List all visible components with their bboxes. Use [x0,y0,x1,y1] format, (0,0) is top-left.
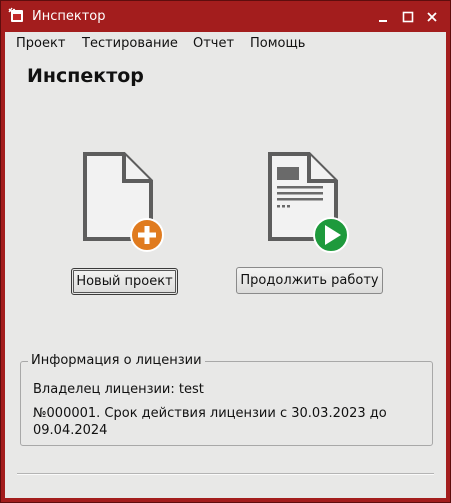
menu-project[interactable]: Проект [16,36,65,51]
bottom-divider [17,473,434,475]
menu-testing[interactable]: Тестирование [82,36,178,51]
license-owner: Владелец лицензии: test [33,382,204,397]
continue-work-button[interactable]: Продолжить работу [236,267,383,294]
menu-help[interactable]: Помощь [250,36,305,51]
page-title: Инспектор [27,65,144,87]
title-bar[interactable]: Инспектор [1,1,450,32]
license-validity-end: 09.04.2024 [33,423,108,438]
license-info-group: Информация о лицензии Владелец лицензии:… [20,353,433,446]
menu-report[interactable]: Отчет [193,36,234,51]
document-play-icon[interactable] [267,151,353,257]
close-button[interactable] [425,10,439,24]
new-project-button[interactable]: Новый проект [71,268,178,295]
client-area: Проект Тестирование Отчет Помощь Инспект… [5,32,446,498]
maximize-icon [402,11,414,23]
minimize-button[interactable] [376,10,390,24]
close-icon [427,12,437,22]
license-group-title: Информация о лицензии [28,353,205,368]
minimize-icon [379,20,387,22]
menu-bar: Проект Тестирование Отчет Помощь [5,32,446,56]
maximize-button[interactable] [401,10,415,24]
window-title: Инспектор [32,9,106,24]
license-number-validity: №000001. Срок действия лицензии с 30.03.… [33,406,387,421]
app-logo-icon [8,7,24,23]
main-window: Инспектор Проект Тестирование Отчет Помо… [0,0,451,503]
new-document-plus-icon[interactable] [82,151,168,257]
